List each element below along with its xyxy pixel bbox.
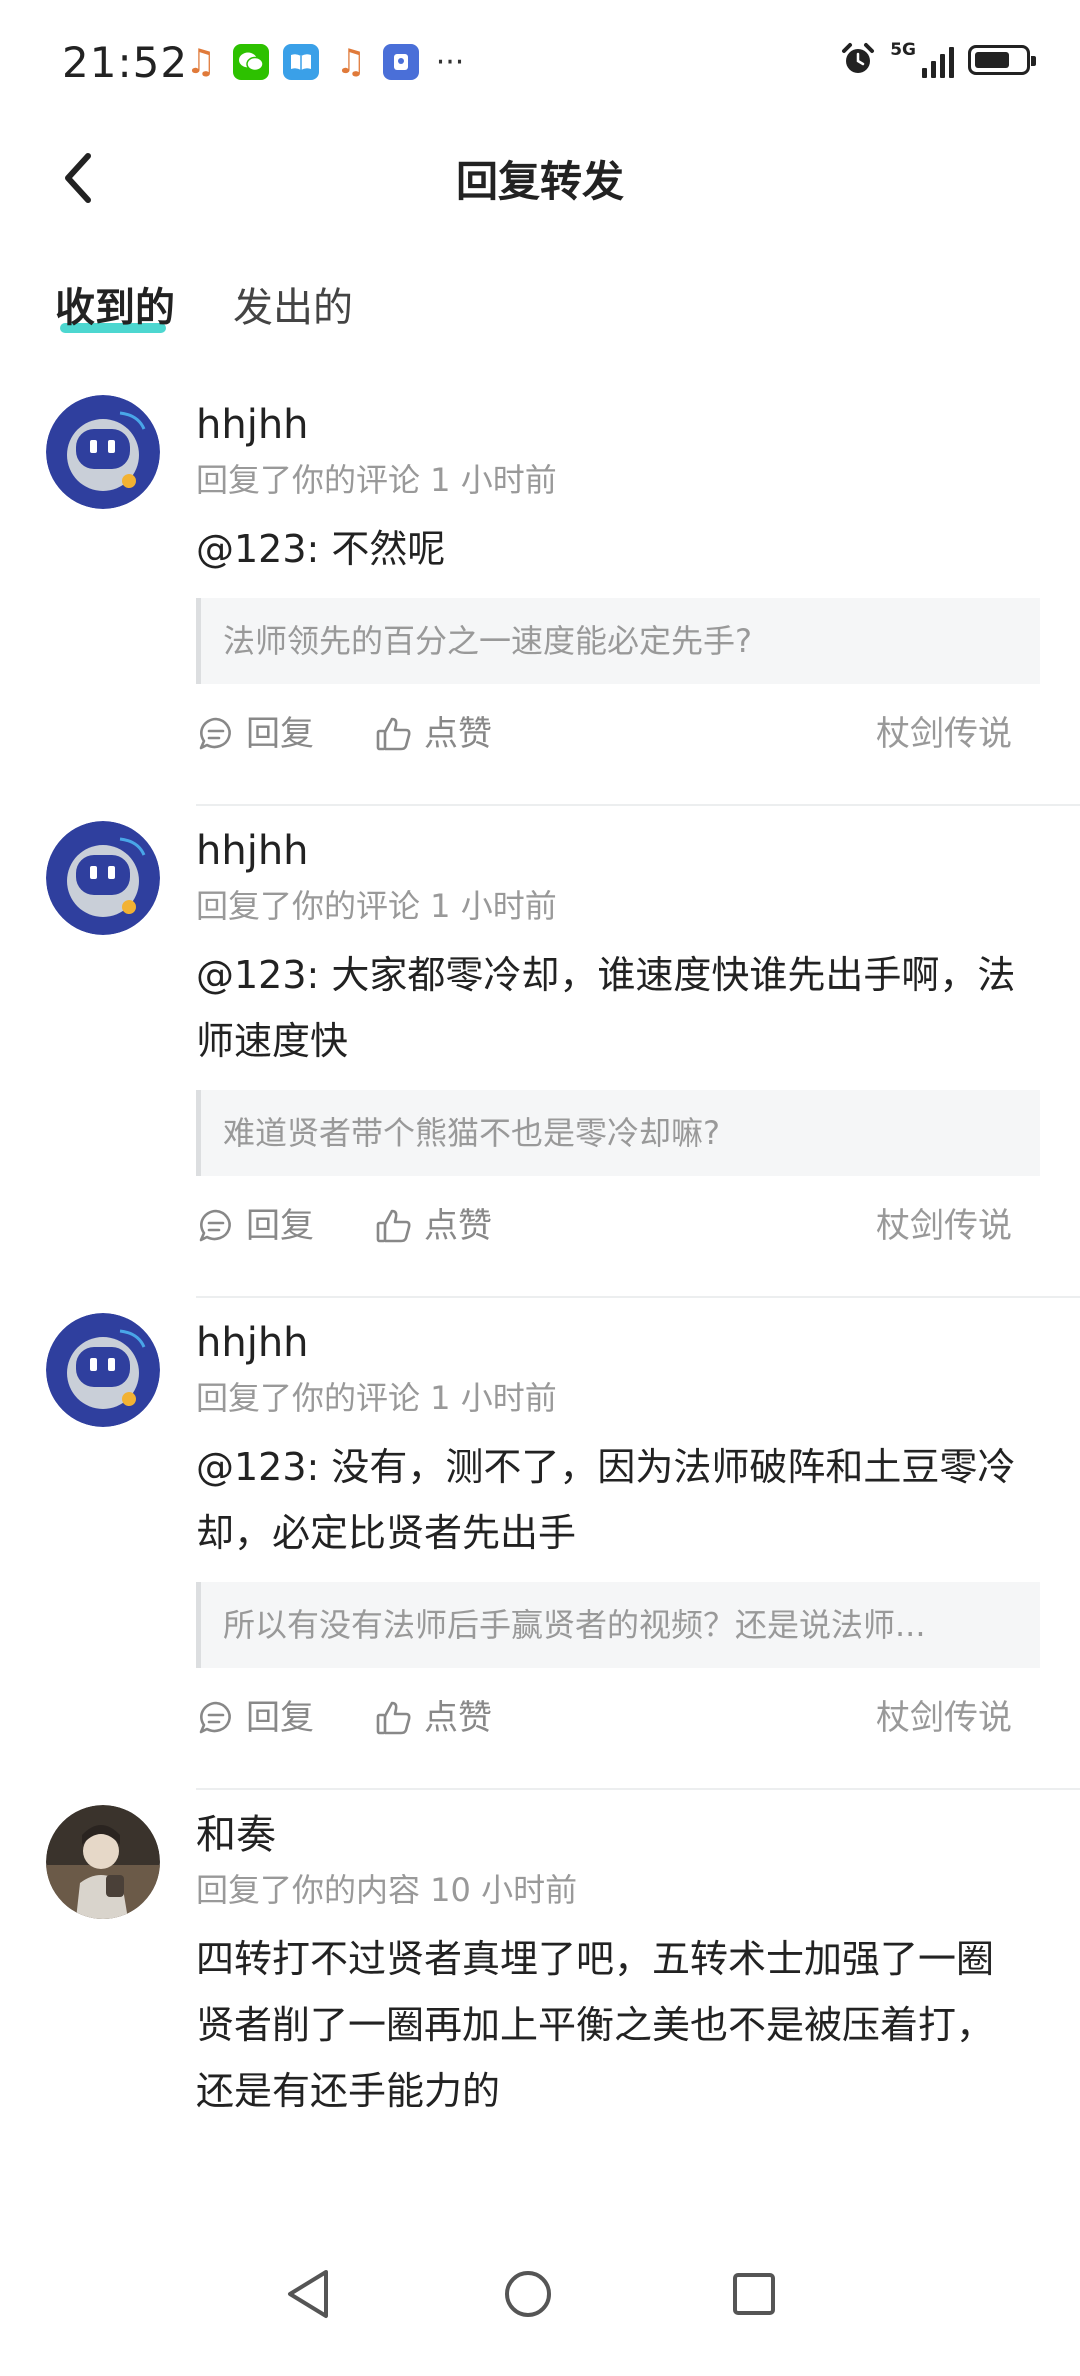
- username[interactable]: 和奏: [196, 1810, 1080, 1860]
- like-button[interactable]: 点赞: [374, 714, 492, 754]
- list-item: hhjhh 回复了你的评论 1 小时前 @123: 大家都零冷却，谁速度快谁先出…: [0, 806, 1080, 1298]
- reply-meta: 回复了你的内容 10 小时前: [196, 1871, 578, 1909]
- reply-meta: 回复了你的评论 1 小时前: [196, 1379, 557, 1417]
- system-nav-bar: [0, 2216, 1080, 2376]
- like-button[interactable]: 点赞: [374, 1698, 492, 1738]
- recents-square-icon[interactable]: [724, 2264, 784, 2324]
- status-bar: 21:52 ♫ ♫ ··· 5G: [0, 0, 1080, 130]
- more-dots-icon: ···: [435, 44, 465, 80]
- reply-label: 回复: [246, 1206, 314, 1246]
- source-tag[interactable]: 杖剑传说: [876, 1206, 1012, 1246]
- book-icon: [283, 44, 319, 80]
- music-icon: ♫: [335, 42, 367, 82]
- reply-button[interactable]: 回复: [196, 714, 314, 754]
- reply-meta: 回复了你的评论 1 小时前: [196, 887, 557, 925]
- source-tag[interactable]: 杖剑传说: [876, 714, 1012, 754]
- reply-label: 回复: [246, 714, 314, 754]
- quoted-comment[interactable]: 难道贤者带个熊猫不也是零冷却嘛?: [196, 1090, 1040, 1176]
- list-item: hhjhh 回复了你的评论 1 小时前 @123: 不然呢 法师领先的百分之一速…: [0, 380, 1080, 806]
- alarm-icon: [842, 43, 875, 73]
- reply-text[interactable]: @123: 没有，测不了，因为法师破阵和土豆零冷却，必定比贤者先出手: [196, 1434, 1030, 1566]
- comment-icon: [199, 717, 231, 750]
- avatar[interactable]: [46, 821, 160, 935]
- status-time: 21:52: [62, 38, 189, 87]
- wechat-icon: [233, 44, 269, 80]
- reply-label: 回复: [246, 1698, 314, 1738]
- like-label: 点赞: [424, 1206, 492, 1246]
- reply-feed[interactable]: hhjhh 回复了你的评论 1 小时前 @123: 不然呢 法师领先的百分之一速…: [0, 380, 1080, 2220]
- app-icon: [383, 44, 419, 80]
- tab-sent[interactable]: 发出的: [233, 275, 353, 333]
- avatar[interactable]: [46, 1313, 160, 1427]
- page-title: 回复转发: [455, 157, 624, 206]
- list-item: 和奏 回复了你的内容 10 小时前 四转打不过贤者真埋了吧，五转术士加强了一圈贤…: [0, 1790, 1080, 2124]
- source-tag[interactable]: 杖剑传说: [876, 1698, 1012, 1738]
- reply-text[interactable]: @123: 大家都零冷却，谁速度快谁先出手啊，法师速度快: [196, 942, 1030, 1074]
- quoted-comment[interactable]: 所以有没有法师后手赢贤者的视频？还是说法师...: [196, 1582, 1040, 1668]
- back-triangle-icon[interactable]: [278, 2264, 338, 2324]
- battery-icon: [968, 45, 1036, 75]
- comment-icon: [199, 1209, 231, 1242]
- like-button[interactable]: 点赞: [374, 1206, 492, 1246]
- signal-icon: 5G: [890, 42, 954, 78]
- thumbs-up-icon: [376, 1701, 411, 1735]
- reply-text[interactable]: 四转打不过贤者真埋了吧，五转术士加强了一圈贤者削了一圈再加上平衡之美也不是被压着…: [196, 1926, 1030, 2124]
- system-icons: 5G: [840, 42, 1036, 78]
- avatar[interactable]: [46, 395, 160, 509]
- tab-received[interactable]: 收到的: [55, 275, 175, 333]
- thumbs-up-icon: [376, 717, 411, 751]
- username[interactable]: hhjhh: [196, 826, 1080, 876]
- home-circle-icon[interactable]: [498, 2264, 558, 2324]
- username[interactable]: hhjhh: [196, 400, 1080, 450]
- reply-button[interactable]: 回复: [196, 1206, 314, 1246]
- avatar[interactable]: [46, 1805, 160, 1919]
- reply-text[interactable]: @123: 不然呢: [196, 516, 1030, 582]
- quoted-comment[interactable]: 法师领先的百分之一速度能必定先手?: [196, 598, 1040, 684]
- notification-icons: ♫ ♫ ···: [183, 42, 467, 82]
- like-label: 点赞: [424, 714, 492, 754]
- username[interactable]: hhjhh: [196, 1318, 1080, 1368]
- list-item: hhjhh 回复了你的评论 1 小时前 @123: 没有，测不了，因为法师破阵和…: [0, 1298, 1080, 1790]
- reply-button[interactable]: 回复: [196, 1698, 314, 1738]
- reply-meta: 回复了你的评论 1 小时前: [196, 461, 557, 499]
- comment-icon: [199, 1701, 231, 1734]
- music-icon: ♫: [185, 42, 217, 82]
- network-label: 5G: [890, 40, 916, 60]
- thumbs-up-icon: [376, 1209, 411, 1243]
- like-label: 点赞: [424, 1698, 492, 1738]
